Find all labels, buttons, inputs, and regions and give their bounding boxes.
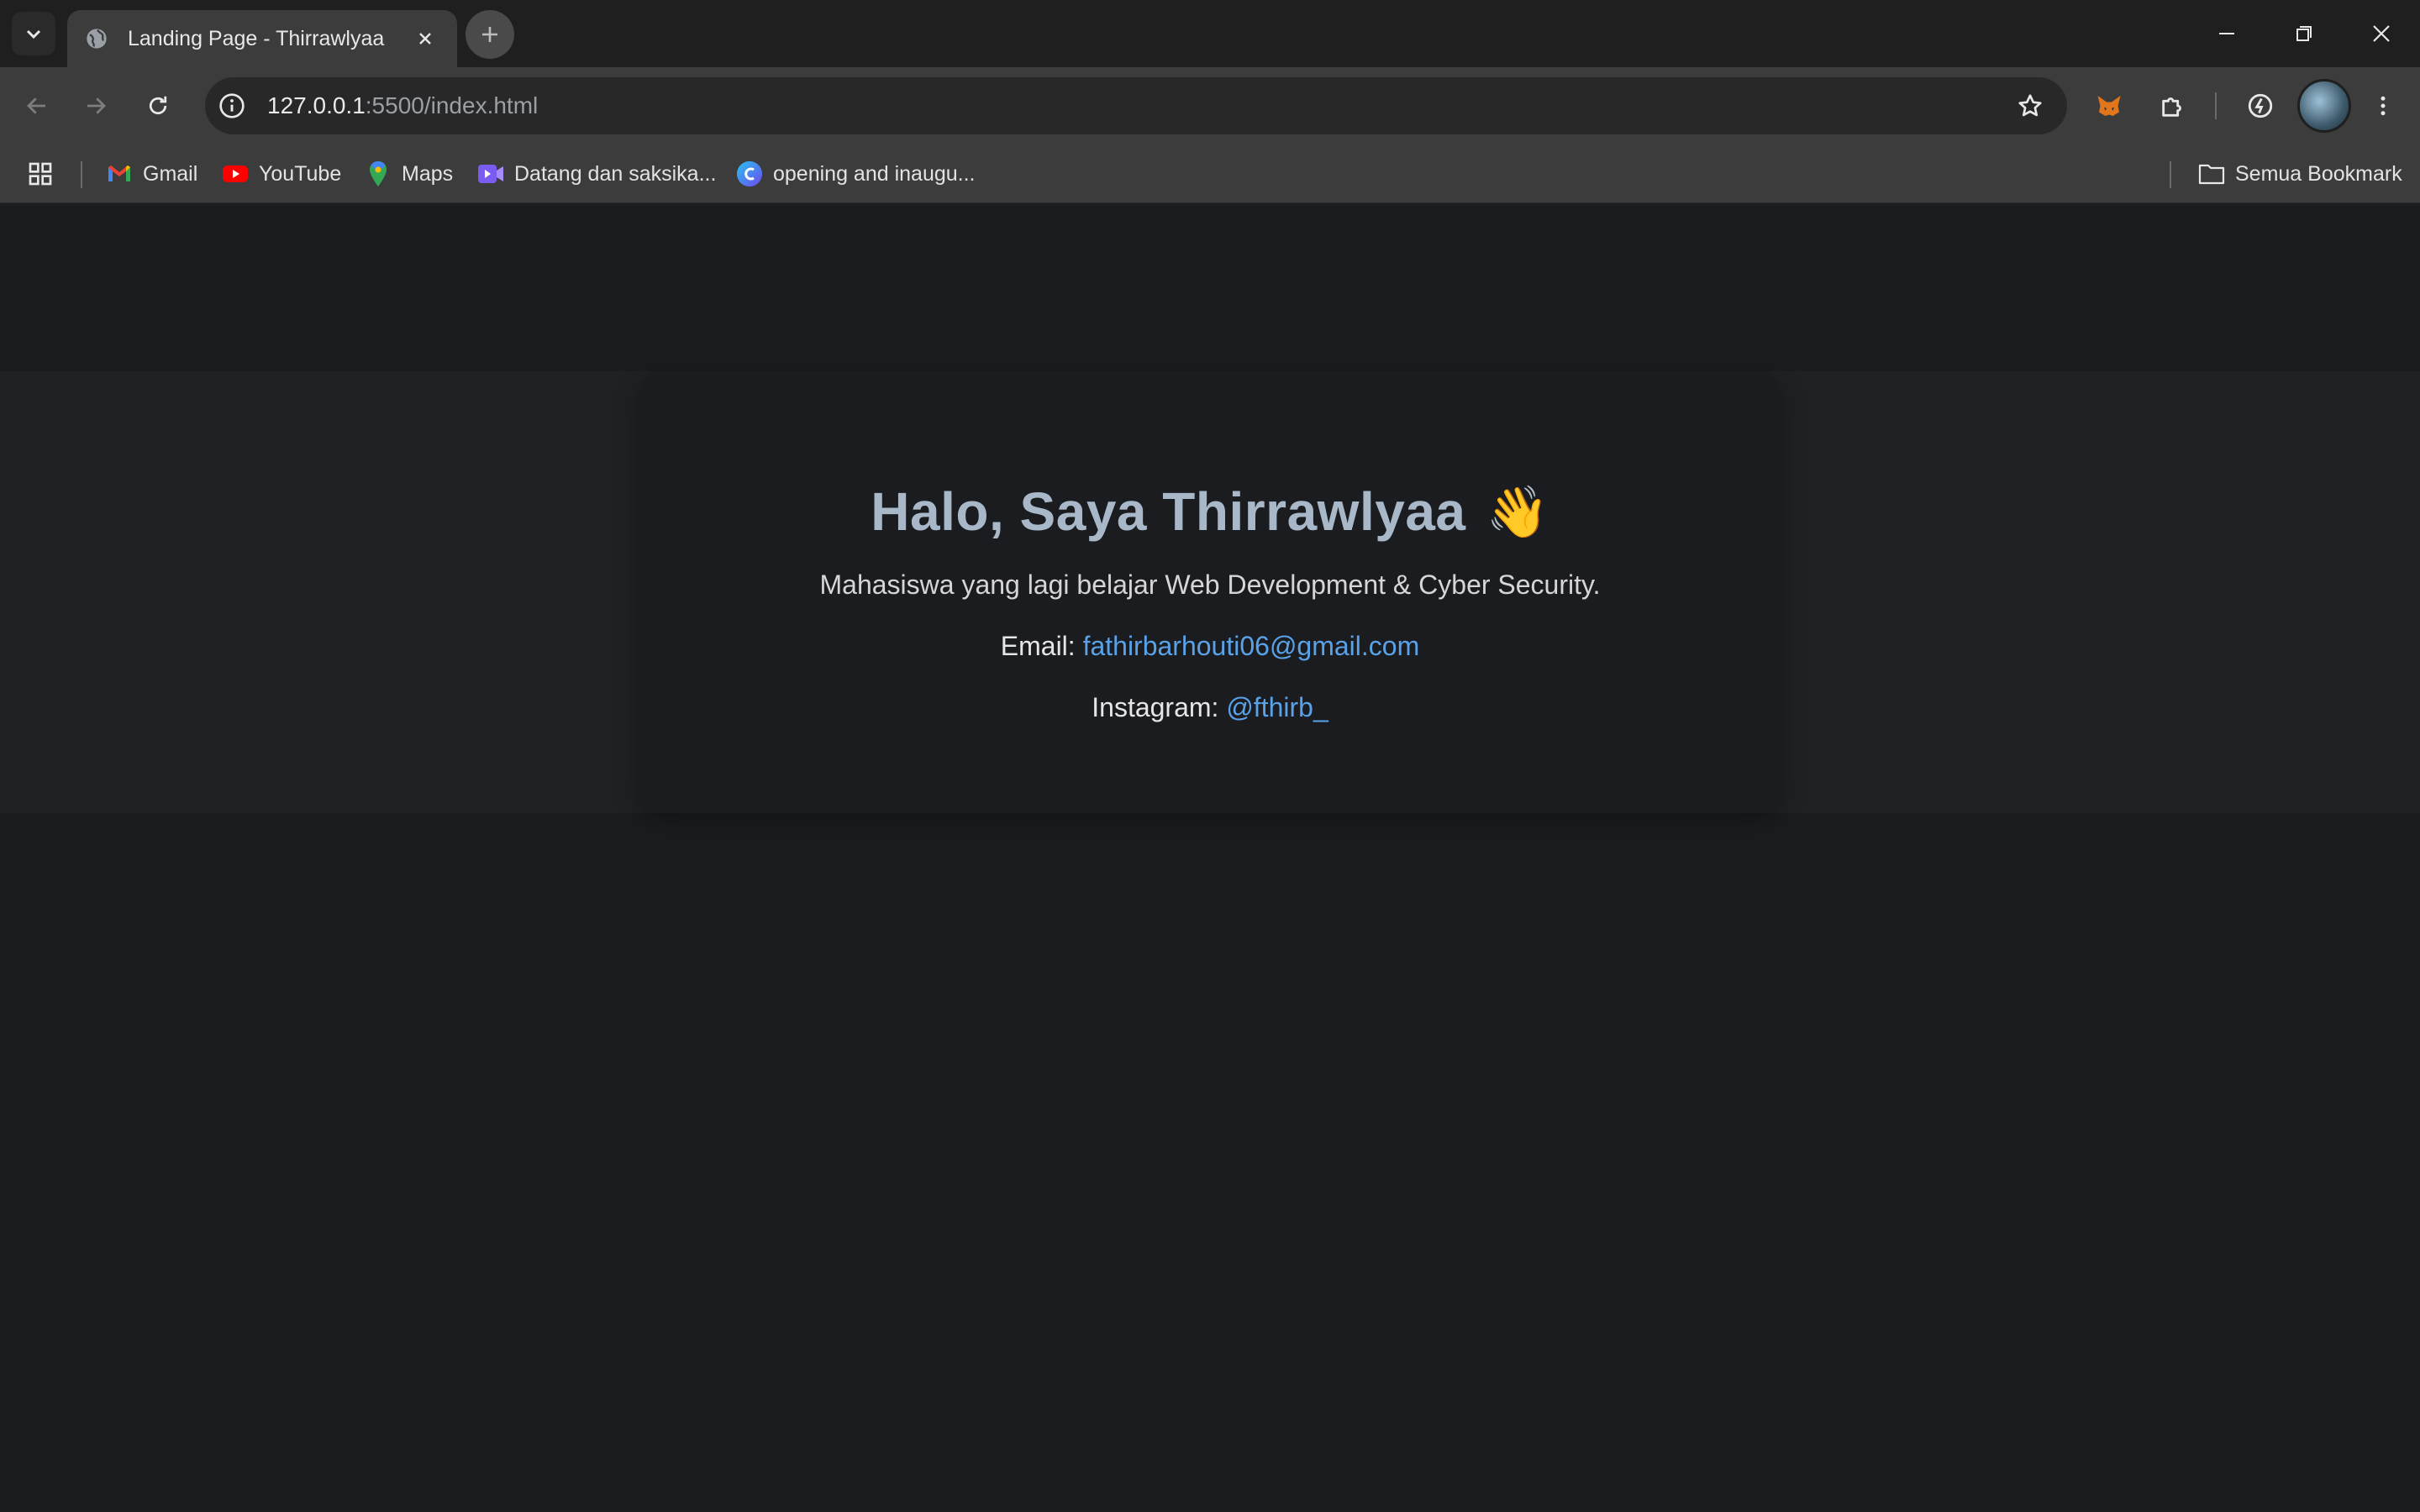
minimize-button[interactable]: [2188, 0, 2265, 67]
restore-icon: [2296, 26, 2312, 41]
bookmark-datang-dan-saksika[interactable]: Datang dan saksika...: [477, 156, 716, 192]
site-info-icon[interactable]: [213, 87, 250, 124]
page-subtitle: Mahasiswa yang lagi belajar Web Developm…: [819, 570, 1601, 600]
title-bar: Landing Page - Thirrawlyaa: [0, 0, 2420, 67]
instagram-line: Instagram: @fthirb_: [1092, 692, 1328, 723]
tab-title: Landing Page - Thirrawlyaa: [128, 26, 385, 50]
close-window-button[interactable]: [2343, 0, 2420, 67]
bookmarks-divider: [81, 161, 82, 188]
globe-icon: [84, 26, 109, 51]
profile-avatar[interactable]: [2297, 79, 2351, 133]
apps-grid-button[interactable]: [27, 156, 54, 192]
instagram-label: Instagram:: [1092, 692, 1219, 722]
all-bookmarks-label: Semua Bookmark: [2235, 161, 2402, 186]
email-label: Email:: [1000, 631, 1076, 661]
close-icon[interactable]: [410, 24, 440, 54]
bookmarks-divider: [2170, 161, 2171, 188]
canva-icon: [736, 160, 763, 187]
chevron-down-icon: [26, 29, 41, 39]
reload-button[interactable]: [133, 81, 183, 131]
bookmark-label: Maps: [402, 161, 454, 186]
bookmark-gmail[interactable]: Gmail: [106, 156, 197, 192]
arrow-right-icon: [87, 97, 106, 114]
email-line: Email: fathirbarhouti06@gmail.com: [1001, 631, 1419, 662]
gmail-icon: [106, 160, 133, 187]
bookmark-label: Datang dan saksika...: [514, 161, 717, 186]
bookmark-maps[interactable]: Maps: [365, 156, 453, 192]
heading-text: Halo, Saya Thirrawlyaa: [871, 481, 1466, 542]
instagram-link[interactable]: @fthirb_: [1226, 692, 1328, 722]
youtube-icon: [222, 160, 249, 187]
video-icon: [477, 160, 504, 187]
page-heading: Halo, Saya Thirrawlyaa 👋: [871, 480, 1549, 543]
maps-icon: [365, 160, 392, 187]
url-host: 127.0.0.1: [267, 92, 366, 118]
folder-icon: [2198, 160, 2225, 187]
back-button[interactable]: [12, 81, 62, 131]
toolbar-divider: [2215, 92, 2217, 119]
extensions-puzzle-icon[interactable]: [2148, 81, 2198, 131]
plus-icon: [482, 27, 497, 42]
browser-toolbar: 127.0.0.1:5500/index.html: [0, 67, 2420, 144]
waving-hand-icon: 👋: [1486, 483, 1549, 540]
bookmark-label: opening and inaugu...: [773, 161, 976, 186]
metamask-extension-icon[interactable]: [2084, 81, 2134, 131]
bookmark-youtube[interactable]: YouTube: [222, 156, 341, 192]
profile-card: Halo, Saya Thirrawlyaa 👋 Mahasiswa yang …: [640, 371, 1780, 813]
bookmark-label: Gmail: [143, 161, 198, 186]
url-path: :5500/index.html: [365, 92, 539, 118]
email-link[interactable]: fathirbarhouti06@gmail.com: [1083, 631, 1420, 661]
arrow-left-icon: [27, 97, 45, 114]
forward-button[interactable]: [71, 81, 121, 131]
active-tab[interactable]: Landing Page - Thirrawlyaa: [67, 10, 457, 67]
address-bar[interactable]: 127.0.0.1:5500/index.html: [205, 77, 2067, 134]
all-bookmarks-folder[interactable]: Semua Bookmark: [2198, 156, 2402, 192]
apps-grid-icon: [29, 162, 52, 186]
menu-kebab-icon[interactable]: [2358, 81, 2408, 131]
performance-icon[interactable]: [2235, 81, 2286, 131]
tab-search-button[interactable]: [12, 12, 55, 55]
url-text: 127.0.0.1:5500/index.html: [267, 92, 538, 119]
new-tab-button[interactable]: [466, 10, 514, 59]
bookmarks-bar: Gmail YouTube Maps Datang dan saksika...…: [0, 144, 2420, 203]
close-icon: [2373, 25, 2390, 42]
reload-icon: [149, 96, 167, 115]
minimize-icon: [2219, 33, 2234, 34]
restore-button[interactable]: [2265, 0, 2343, 67]
bookmark-opening-and-inaugu[interactable]: opening and inaugu...: [736, 156, 976, 192]
page-viewport: Halo, Saya Thirrawlyaa 👋 Mahasiswa yang …: [0, 203, 2420, 1512]
bookmark-label: YouTube: [259, 161, 342, 186]
bookmark-star-icon[interactable]: [2012, 87, 2049, 124]
